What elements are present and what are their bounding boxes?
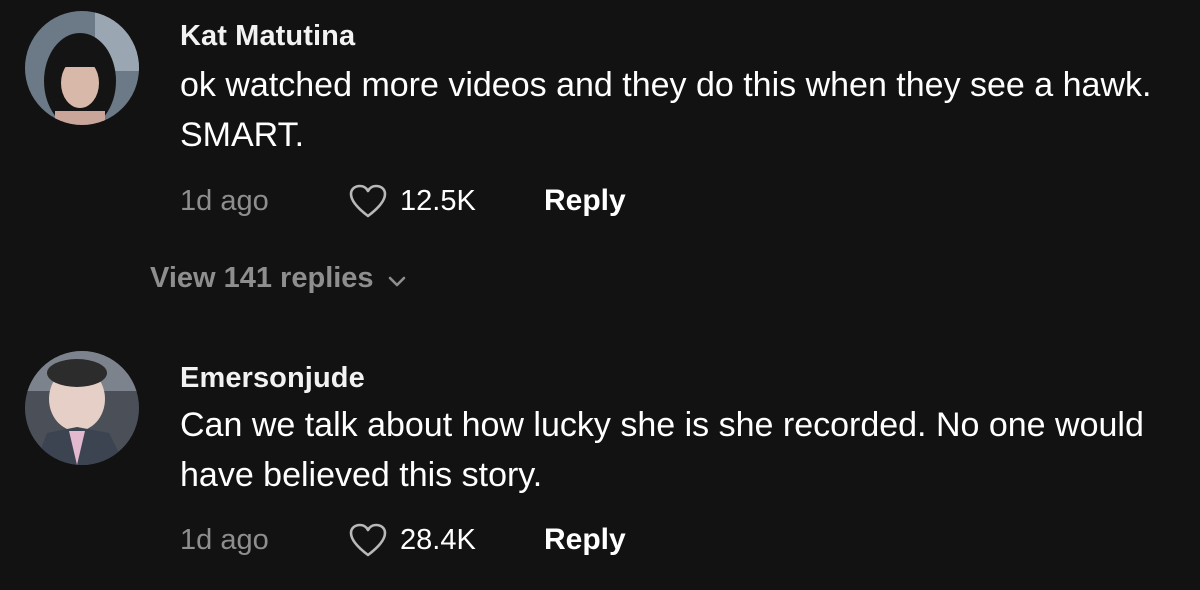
comment-username[interactable]: Kat Matutina xyxy=(180,20,355,53)
reply-button[interactable]: Reply xyxy=(544,184,626,218)
avatar[interactable] xyxy=(25,11,139,125)
chevron-down-icon xyxy=(388,276,405,286)
comment-text: ok watched more videos and they do this … xyxy=(180,66,1152,154)
like-button[interactable]: 12.5K xyxy=(348,183,544,219)
comment-meta: 1d ago 12.5K Reply xyxy=(180,181,626,221)
avatar[interactable] xyxy=(25,351,139,465)
like-button[interactable]: 28.4K xyxy=(348,522,544,558)
like-count: 12.5K xyxy=(400,184,476,217)
user-avatar-photo-icon xyxy=(25,11,139,125)
comment-text: Can we talk about how lucky she is she r… xyxy=(180,406,1144,494)
comment-timestamp: 1d ago xyxy=(180,523,269,556)
comment-timestamp: 1d ago xyxy=(180,184,269,217)
heart-icon[interactable] xyxy=(348,522,388,558)
like-count: 28.4K xyxy=(400,523,476,556)
view-replies-button[interactable]: View 141 replies xyxy=(150,262,408,295)
heart-icon[interactable] xyxy=(348,183,388,219)
reply-button[interactable]: Reply xyxy=(544,523,626,557)
comment-username[interactable]: Emersonjude xyxy=(180,362,365,395)
view-replies-label: View 141 replies xyxy=(150,262,374,294)
comment-meta: 1d ago 28.4K Reply xyxy=(180,520,626,560)
user-avatar-photo-icon xyxy=(25,351,139,465)
